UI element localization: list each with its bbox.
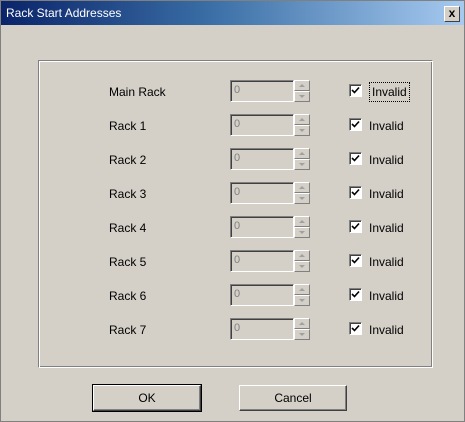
spin-up-button[interactable] (294, 114, 310, 125)
rack-row-7: Rack 7 0 Invalid (39, 318, 432, 344)
invalid-checkbox-label[interactable]: Invalid (369, 221, 404, 235)
spin-up-button[interactable] (294, 250, 310, 261)
rack-row-main: Main Rack 0 Invalid (39, 80, 432, 106)
arrow-up-icon (299, 288, 305, 291)
title-bar[interactable]: Rack Start Addresses x (1, 1, 464, 25)
invalid-checkbox[interactable] (349, 118, 362, 131)
checkmark-icon (351, 222, 360, 230)
invalid-checkbox[interactable] (349, 152, 362, 165)
checkmark-icon (351, 120, 360, 128)
rack-group-box: Main Rack 0 Invalid Rack 1 0 Invalid Rac… (38, 60, 433, 368)
rack-row-4: Rack 4 0 Invalid (39, 216, 432, 242)
address-spinbox[interactable]: 0 (230, 216, 314, 240)
address-spinbox[interactable]: 0 (230, 250, 314, 274)
arrow-down-icon (299, 163, 305, 166)
invalid-checkbox[interactable] (349, 322, 362, 335)
arrow-down-icon (299, 333, 305, 336)
checkmark-icon (351, 290, 360, 298)
rack-row-3: Rack 3 0 Invalid (39, 182, 432, 208)
spin-up-button[interactable] (294, 284, 310, 295)
rack-row-2: Rack 2 0 Invalid (39, 148, 432, 174)
rack-start-addresses-dialog: Rack Start Addresses x Main Rack 0 Inval… (0, 0, 465, 422)
spin-down-button[interactable] (294, 227, 310, 238)
rack-label: Main Rack (109, 85, 166, 99)
rack-label: Rack 7 (109, 323, 147, 337)
spin-down-button[interactable] (294, 159, 310, 170)
address-spinbox[interactable]: 0 (230, 284, 314, 308)
arrow-up-icon (299, 254, 305, 257)
invalid-checkbox-label[interactable]: Invalid (369, 153, 404, 167)
arrow-down-icon (299, 197, 305, 200)
checkmark-icon (351, 86, 360, 94)
address-spinbox[interactable]: 0 (230, 80, 314, 104)
address-input[interactable]: 0 (230, 80, 294, 102)
arrow-up-icon (299, 186, 305, 189)
arrow-up-icon (299, 118, 305, 121)
rack-label: Rack 2 (109, 153, 147, 167)
invalid-checkbox[interactable] (349, 254, 362, 267)
rack-label: Rack 3 (109, 187, 147, 201)
arrow-down-icon (299, 95, 305, 98)
address-input[interactable]: 0 (230, 148, 294, 170)
arrow-down-icon (299, 265, 305, 268)
spin-up-button[interactable] (294, 216, 310, 227)
invalid-checkbox[interactable] (349, 186, 362, 199)
rack-label: Rack 4 (109, 221, 147, 235)
spin-up-button[interactable] (294, 80, 310, 91)
address-spinbox[interactable]: 0 (230, 318, 314, 342)
address-spinbox[interactable]: 0 (230, 182, 314, 206)
invalid-checkbox-label[interactable]: Invalid (369, 119, 404, 133)
spin-down-button[interactable] (294, 261, 310, 272)
address-input[interactable]: 0 (230, 182, 294, 204)
cancel-button[interactable]: Cancel (239, 385, 347, 411)
rack-row-1: Rack 1 0 Invalid (39, 114, 432, 140)
rack-label: Rack 1 (109, 119, 147, 133)
spin-down-button[interactable] (294, 295, 310, 306)
address-input[interactable]: 0 (230, 114, 294, 136)
arrow-up-icon (299, 322, 305, 325)
spin-down-button[interactable] (294, 193, 310, 204)
invalid-checkbox-label[interactable]: Invalid (369, 323, 404, 337)
arrow-down-icon (299, 129, 305, 132)
rack-label: Rack 6 (109, 289, 147, 303)
invalid-checkbox[interactable] (349, 288, 362, 301)
spin-up-button[interactable] (294, 318, 310, 329)
arrow-up-icon (299, 152, 305, 155)
rack-label: Rack 5 (109, 255, 147, 269)
checkmark-icon (351, 324, 360, 332)
address-spinbox[interactable]: 0 (230, 148, 314, 172)
arrow-up-icon (299, 84, 305, 87)
address-spinbox[interactable]: 0 (230, 114, 314, 138)
rack-row-6: Rack 6 0 Invalid (39, 284, 432, 310)
dialog-title: Rack Start Addresses (6, 6, 122, 20)
rack-row-5: Rack 5 0 Invalid (39, 250, 432, 276)
invalid-checkbox-label[interactable]: Invalid (369, 255, 404, 269)
invalid-checkbox-label[interactable]: Invalid (369, 289, 404, 303)
arrow-down-icon (299, 299, 305, 302)
checkmark-icon (351, 154, 360, 162)
invalid-checkbox[interactable] (349, 220, 362, 233)
address-input[interactable]: 0 (230, 284, 294, 306)
address-input[interactable]: 0 (230, 318, 294, 340)
ok-button[interactable]: OK (92, 384, 202, 412)
spin-down-button[interactable] (294, 329, 310, 340)
invalid-checkbox-label[interactable]: Invalid (369, 187, 404, 201)
arrow-up-icon (299, 220, 305, 223)
invalid-checkbox-label[interactable]: Invalid (369, 82, 410, 102)
spin-up-button[interactable] (294, 148, 310, 159)
address-input[interactable]: 0 (230, 216, 294, 238)
checkmark-icon (351, 188, 360, 196)
address-input[interactable]: 0 (230, 250, 294, 272)
spin-down-button[interactable] (294, 91, 310, 102)
spin-down-button[interactable] (294, 125, 310, 136)
arrow-down-icon (299, 231, 305, 234)
close-button[interactable]: x (444, 6, 460, 22)
spin-up-button[interactable] (294, 182, 310, 193)
checkmark-icon (351, 256, 360, 264)
invalid-checkbox[interactable] (349, 84, 362, 97)
